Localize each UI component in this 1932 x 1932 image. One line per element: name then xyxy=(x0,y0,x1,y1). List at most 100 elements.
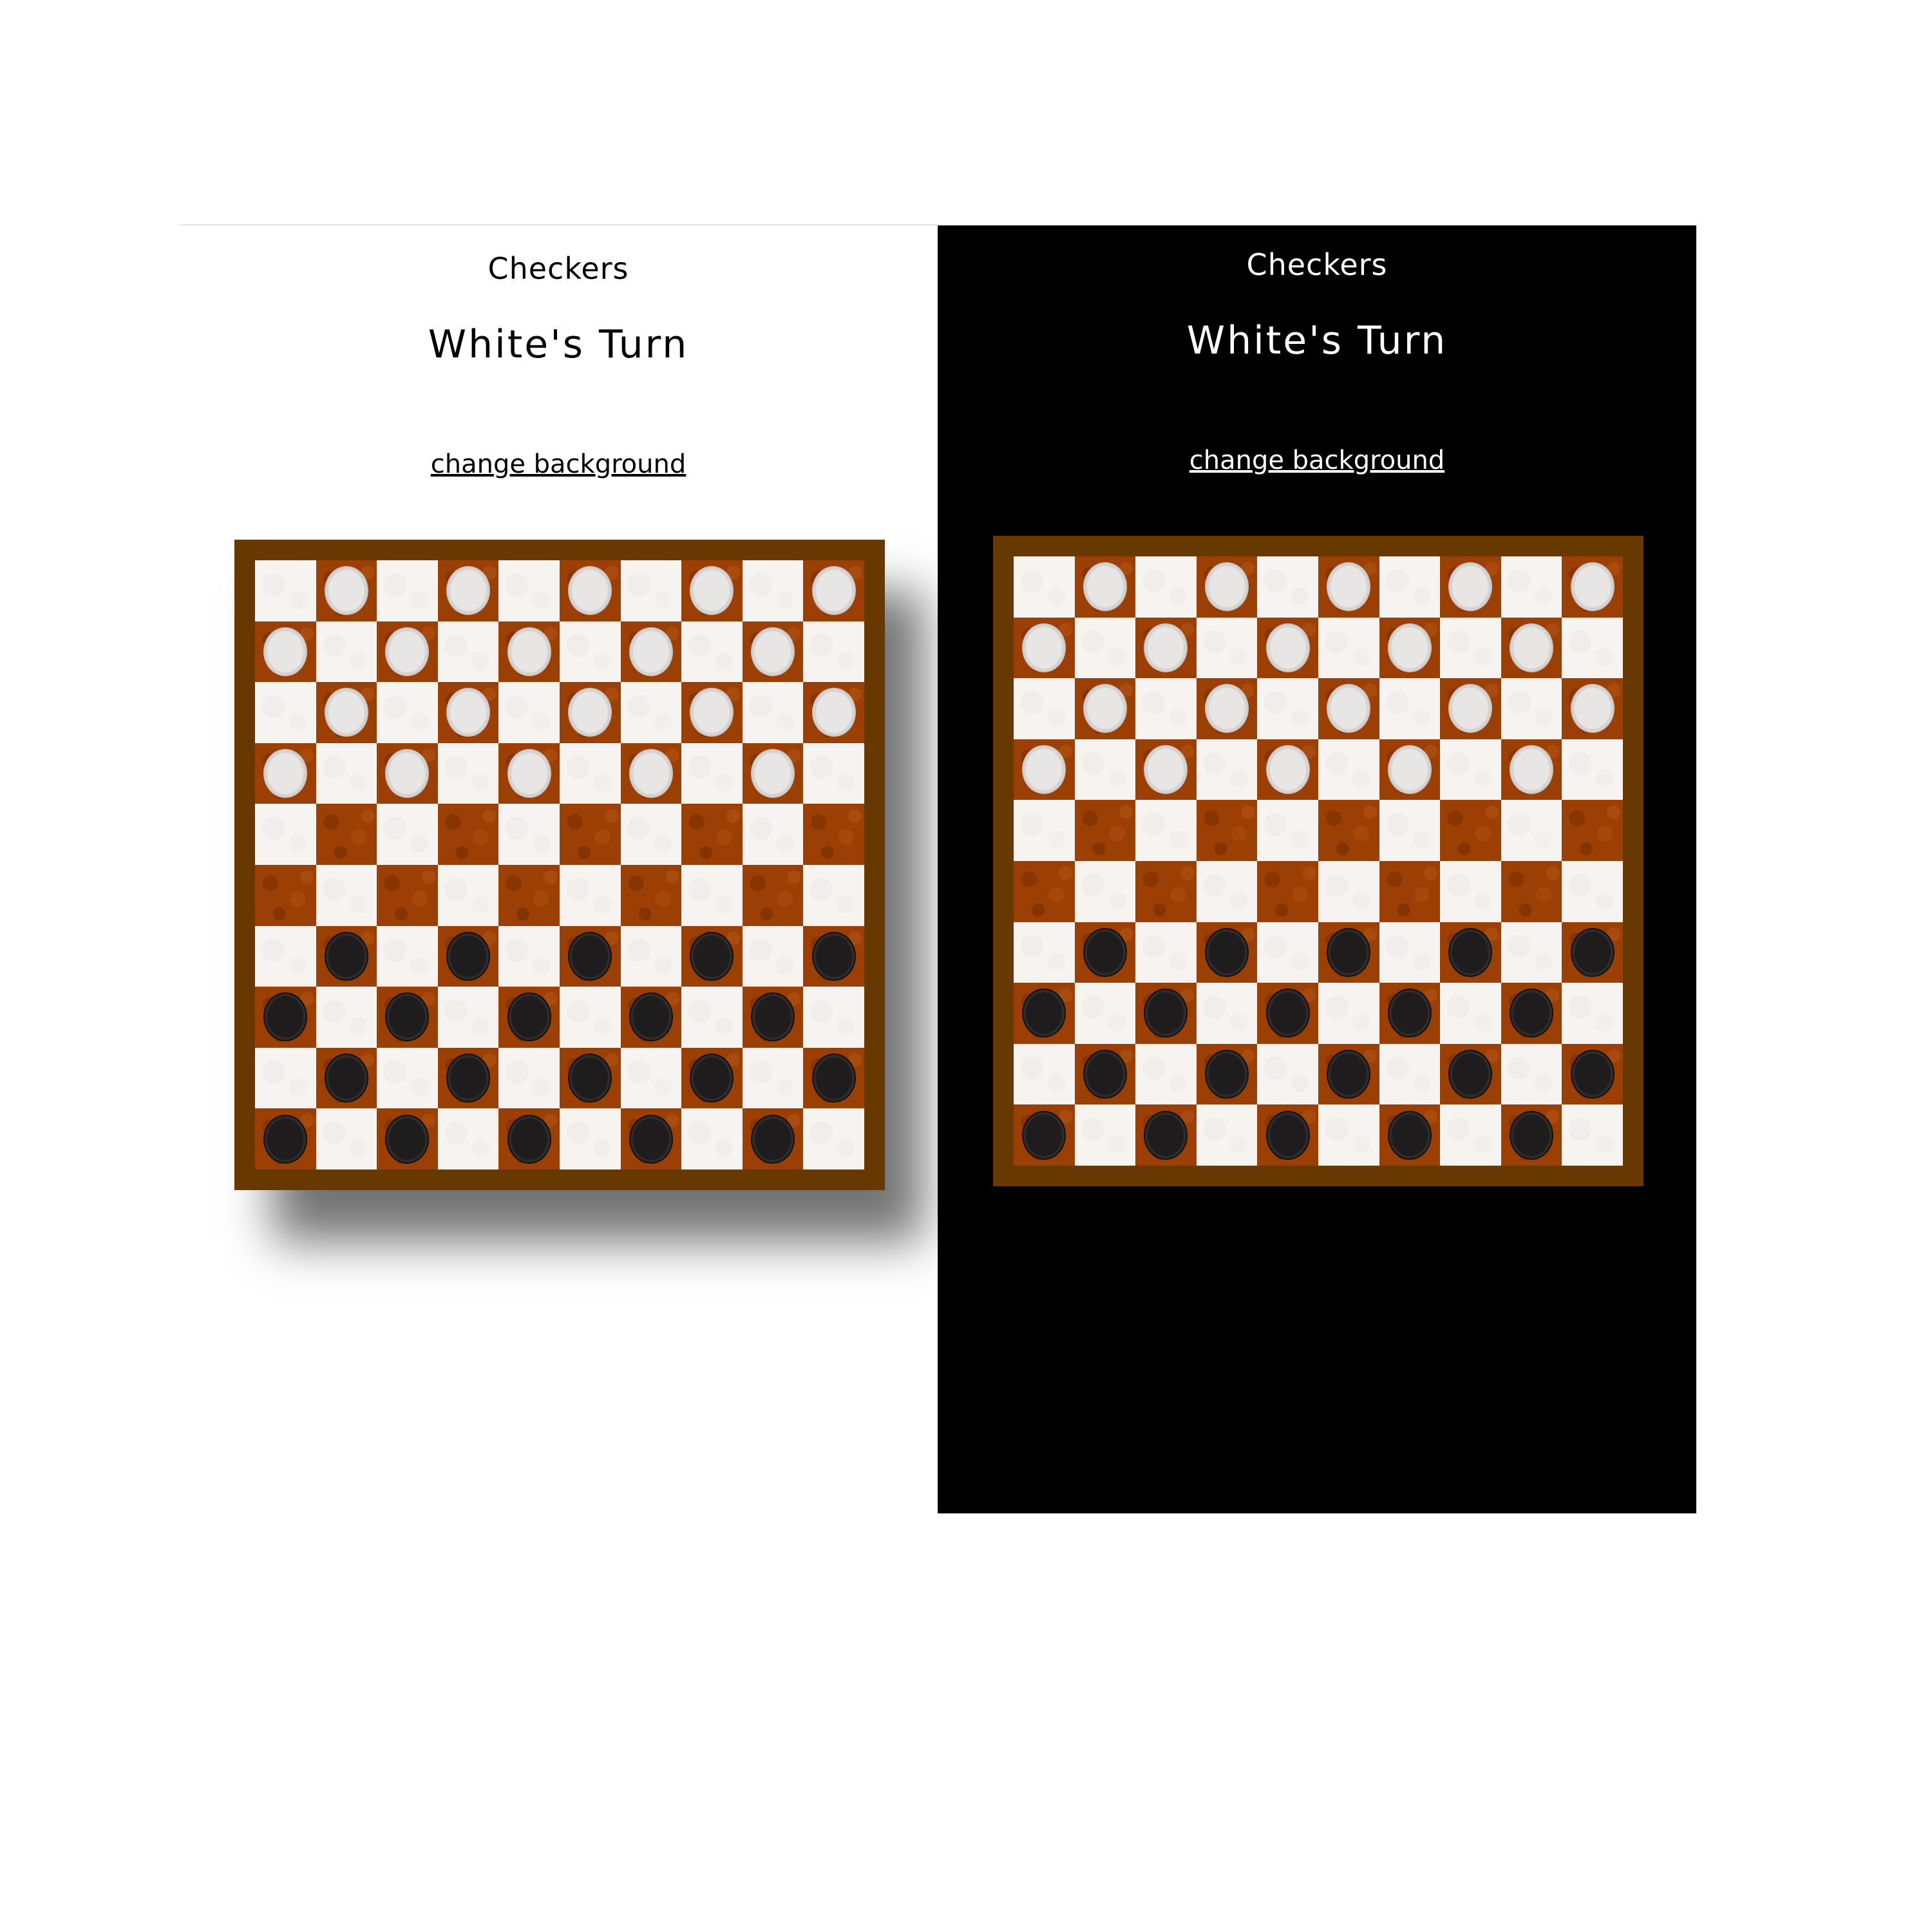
white-piece[interactable] xyxy=(1084,685,1126,732)
board-square[interactable] xyxy=(1501,617,1562,679)
black-piece[interactable] xyxy=(1388,1112,1430,1159)
white-piece[interactable] xyxy=(1145,746,1187,793)
board-square[interactable] xyxy=(803,864,864,926)
board-square[interactable] xyxy=(498,1047,560,1109)
board-square[interactable] xyxy=(1135,983,1197,1044)
black-piece[interactable] xyxy=(1145,990,1187,1037)
white-piece[interactable] xyxy=(1450,564,1492,611)
board-square[interactable] xyxy=(316,621,377,683)
change-background-link[interactable]: change background xyxy=(938,446,1696,475)
board-square[interactable] xyxy=(498,864,560,926)
white-piece[interactable] xyxy=(265,628,307,675)
board-square[interactable] xyxy=(1074,739,1136,800)
board-square[interactable] xyxy=(377,1108,438,1170)
board-square[interactable] xyxy=(559,864,621,926)
board-square[interactable] xyxy=(377,621,438,683)
black-piece[interactable] xyxy=(1571,1051,1613,1098)
black-piece[interactable] xyxy=(265,1115,307,1162)
board-square[interactable] xyxy=(255,682,316,743)
board-square[interactable] xyxy=(803,621,864,683)
board-square[interactable] xyxy=(377,1047,438,1109)
black-piece[interactable] xyxy=(1328,929,1370,976)
board-square[interactable] xyxy=(1501,739,1562,800)
white-piece[interactable] xyxy=(386,628,428,675)
white-piece[interactable] xyxy=(752,750,794,797)
board-square[interactable] xyxy=(1318,1104,1379,1166)
board-square[interactable] xyxy=(620,925,682,987)
board-square[interactable] xyxy=(803,925,864,987)
board-square[interactable] xyxy=(316,682,377,743)
white-piece[interactable] xyxy=(691,567,733,614)
white-piece[interactable] xyxy=(569,689,611,736)
board-square[interactable] xyxy=(559,987,621,1048)
board-square[interactable] xyxy=(1501,860,1562,922)
white-piece[interactable] xyxy=(813,689,855,736)
board-square[interactable] xyxy=(742,987,804,1048)
board-square[interactable] xyxy=(559,1108,621,1170)
black-piece[interactable] xyxy=(752,994,794,1041)
board-square[interactable] xyxy=(377,925,438,987)
white-piece[interactable] xyxy=(1023,746,1065,793)
board-square[interactable] xyxy=(1379,1104,1441,1166)
board-square[interactable] xyxy=(255,743,316,804)
board-square[interactable] xyxy=(1379,860,1441,922)
board-square[interactable] xyxy=(803,1047,864,1109)
white-piece[interactable] xyxy=(1267,624,1309,671)
board-square[interactable] xyxy=(803,682,864,743)
white-piece[interactable] xyxy=(630,628,672,675)
board-square[interactable] xyxy=(620,621,682,683)
board-square[interactable] xyxy=(1196,556,1258,618)
board-square[interactable] xyxy=(1074,1043,1136,1105)
board-square[interactable] xyxy=(1135,678,1197,739)
board-square[interactable] xyxy=(1014,678,1075,739)
black-piece[interactable] xyxy=(752,1115,794,1162)
black-piece[interactable] xyxy=(1388,990,1430,1037)
white-piece[interactable] xyxy=(325,567,367,614)
board-square[interactable] xyxy=(559,1047,621,1109)
black-piece[interactable] xyxy=(569,933,611,980)
board-square[interactable] xyxy=(498,987,560,1048)
board-square[interactable] xyxy=(1257,922,1318,983)
board-square[interactable] xyxy=(255,1047,316,1109)
white-piece[interactable] xyxy=(508,628,550,675)
board-square[interactable] xyxy=(803,804,864,865)
board-square[interactable] xyxy=(1135,800,1197,861)
board-square[interactable] xyxy=(498,621,560,683)
board-square[interactable] xyxy=(742,560,804,621)
board-square[interactable] xyxy=(1074,678,1136,739)
board-square[interactable] xyxy=(437,743,499,804)
black-piece[interactable] xyxy=(630,1115,672,1162)
white-piece[interactable] xyxy=(1511,746,1553,793)
white-piece[interactable] xyxy=(1511,624,1553,671)
board-square[interactable] xyxy=(1379,617,1441,679)
board-square[interactable] xyxy=(1074,983,1136,1044)
board-square[interactable] xyxy=(681,864,743,926)
board-square[interactable] xyxy=(1196,1043,1258,1105)
board-square[interactable] xyxy=(1257,983,1318,1044)
board-square[interactable] xyxy=(1562,678,1623,739)
board-square[interactable] xyxy=(437,864,499,926)
board-square[interactable] xyxy=(1257,617,1318,679)
white-piece[interactable] xyxy=(630,750,672,797)
board-square[interactable] xyxy=(437,1047,499,1109)
board-square[interactable] xyxy=(1318,678,1379,739)
board-square[interactable] xyxy=(1379,556,1441,618)
board-square[interactable] xyxy=(316,987,377,1048)
black-piece[interactable] xyxy=(569,1055,611,1102)
board-square[interactable] xyxy=(1440,983,1501,1044)
white-piece[interactable] xyxy=(1084,564,1126,611)
board-square[interactable] xyxy=(1257,678,1318,739)
board-square[interactable] xyxy=(255,621,316,683)
board-square[interactable] xyxy=(1501,678,1562,739)
board-square[interactable] xyxy=(1562,739,1623,800)
black-piece[interactable] xyxy=(691,1055,733,1102)
board-square[interactable] xyxy=(681,1047,743,1109)
black-piece[interactable] xyxy=(630,994,672,1041)
black-piece[interactable] xyxy=(1145,1112,1187,1159)
black-piece[interactable] xyxy=(508,994,550,1041)
board-square[interactable] xyxy=(742,1047,804,1109)
board-square[interactable] xyxy=(1196,800,1258,861)
board-square[interactable] xyxy=(437,621,499,683)
board-square[interactable] xyxy=(1135,739,1197,800)
black-piece[interactable] xyxy=(508,1115,550,1162)
